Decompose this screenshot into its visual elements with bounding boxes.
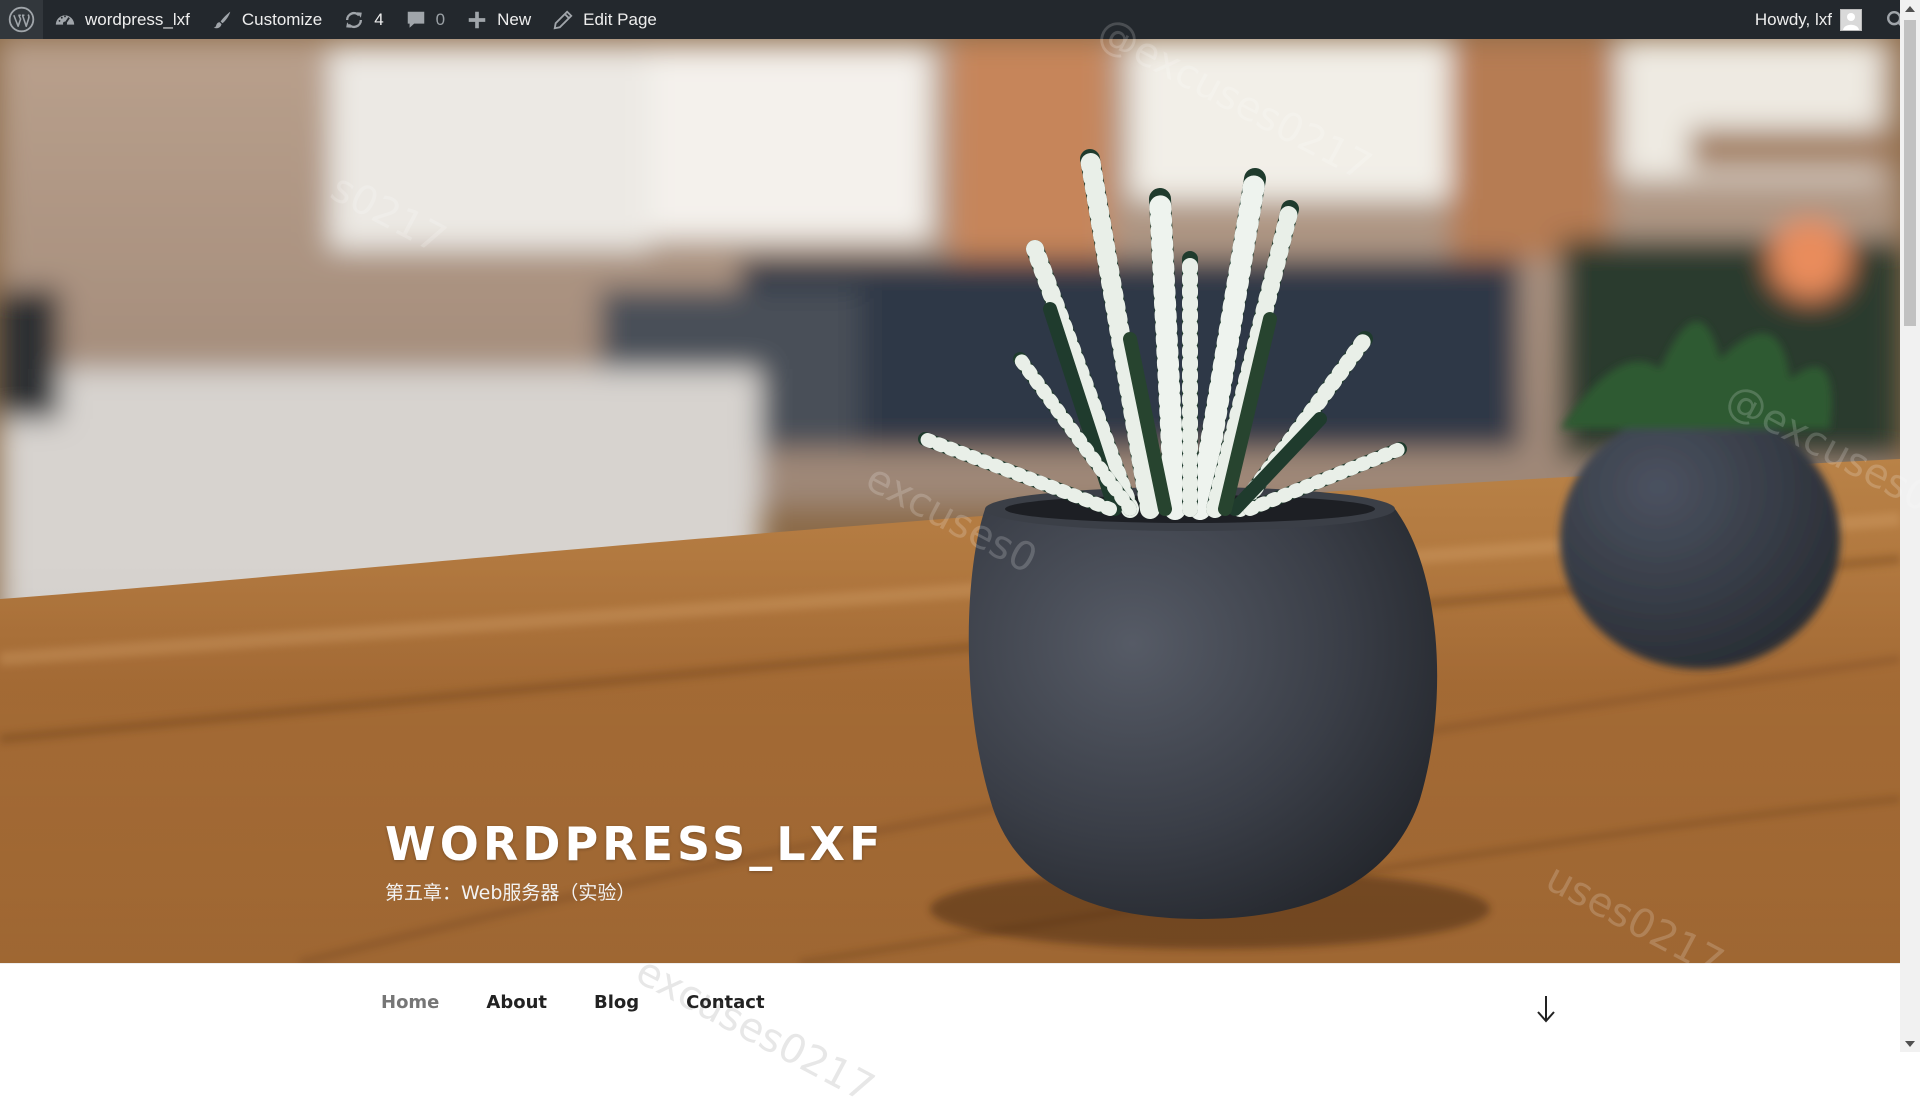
menu-item-blog[interactable]: Blog bbox=[594, 986, 639, 1019]
site-name-label: wordpress_lxf bbox=[85, 9, 190, 29]
site-title[interactable]: WORDPRESS_LXF bbox=[385, 819, 884, 870]
admin-bar-secondary: Howdy, lxf bbox=[1745, 0, 1920, 39]
comments-link[interactable]: 0 bbox=[394, 0, 455, 39]
menu-item-home[interactable]: Home bbox=[381, 986, 439, 1019]
site-name-link[interactable]: wordpress_lxf bbox=[43, 0, 200, 39]
scroll-up-icon[interactable] bbox=[1900, 0, 1920, 17]
updates-count: 4 bbox=[374, 9, 384, 29]
scroll-down-arrow-icon[interactable] bbox=[1534, 994, 1558, 1024]
header-image bbox=[0, 39, 1900, 963]
admin-bar: wordpress_lxf Customize 4 0 New Edit Pag… bbox=[0, 0, 1920, 39]
scrollbar-thumb[interactable] bbox=[1904, 20, 1916, 326]
plus-icon bbox=[465, 8, 489, 32]
wordpress-logo-icon bbox=[7, 6, 35, 34]
customize-label: Customize bbox=[241, 9, 323, 29]
dashboard-icon bbox=[53, 8, 77, 32]
edit-page-label: Edit Page bbox=[583, 9, 657, 29]
menu-item-about[interactable]: About bbox=[486, 986, 547, 1019]
customize-link[interactable]: Customize bbox=[200, 0, 332, 39]
brush-icon bbox=[210, 8, 234, 32]
comments-count: 0 bbox=[435, 9, 446, 29]
menu-item-contact[interactable]: Contact bbox=[686, 986, 764, 1019]
my-account-link[interactable]: Howdy, lxf bbox=[1745, 0, 1872, 39]
refresh-icon bbox=[342, 8, 366, 32]
edit-page-link[interactable]: Edit Page bbox=[541, 0, 667, 39]
pencil-icon bbox=[551, 8, 575, 32]
wordpress-menu[interactable] bbox=[0, 0, 43, 39]
new-label: New bbox=[497, 9, 532, 29]
avatar-icon bbox=[1840, 8, 1862, 31]
header-hero: WORDPRESS_LXF 第五章：Web服务器（实验） bbox=[0, 39, 1900, 963]
top-menu: Home About Blog Contact bbox=[381, 986, 812, 1019]
new-content-link[interactable]: New bbox=[455, 0, 541, 39]
comment-icon bbox=[404, 8, 428, 32]
updates-link[interactable]: 4 bbox=[332, 0, 393, 39]
site-tagline: 第五章：Web服务器（实验） bbox=[385, 881, 636, 904]
main-navigation: Home About Blog Contact bbox=[0, 963, 1900, 1053]
page-scrollbar[interactable] bbox=[1900, 0, 1920, 1052]
howdy-label: Howdy, lxf bbox=[1754, 9, 1832, 29]
scroll-down-icon[interactable] bbox=[1900, 1035, 1920, 1052]
site-branding: WORDPRESS_LXF 第五章：Web服务器（实验） bbox=[385, 819, 884, 905]
